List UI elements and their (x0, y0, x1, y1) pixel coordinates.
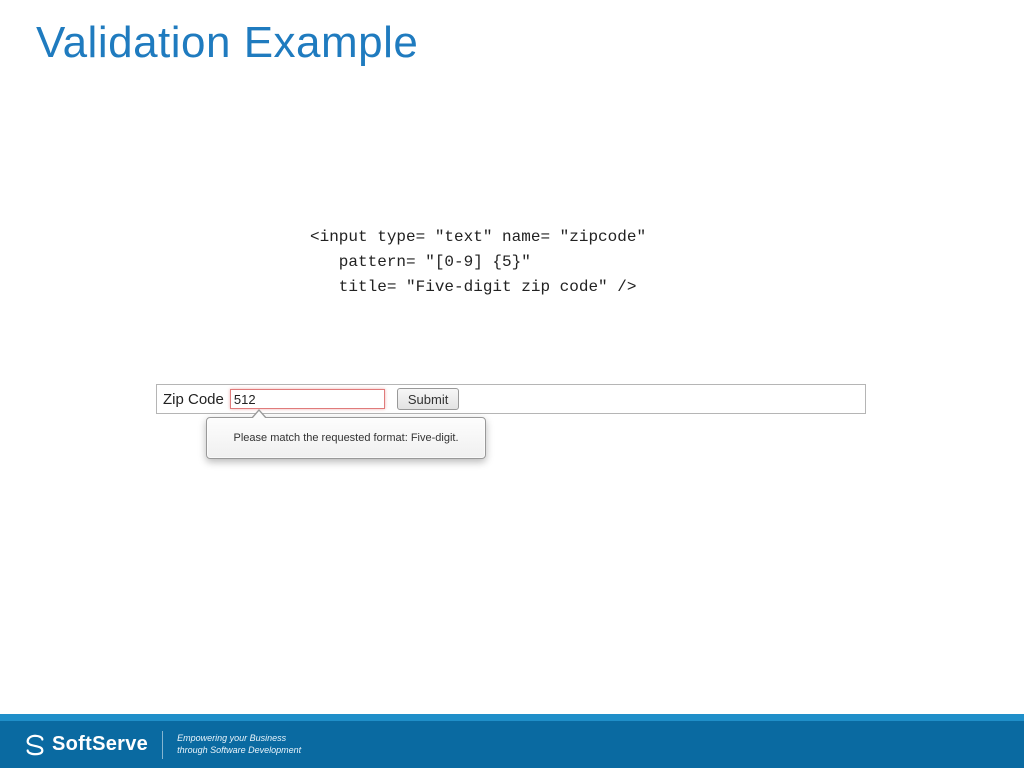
validation-tooltip-text: Please match the requested format: Five-… (234, 432, 459, 444)
footer-bar: SoftServe Empowering your Business throu… (0, 721, 1024, 768)
brand-name: SoftServe (52, 733, 148, 756)
footer-divider (162, 731, 163, 759)
validation-tooltip: Please match the requested format: Five-… (206, 417, 486, 459)
brand-tagline: Empowering your Business through Softwar… (177, 733, 301, 756)
zip-code-label: Zip Code (161, 391, 224, 408)
code-snippet: <input type= "text" name= "zipcode" patt… (310, 225, 646, 299)
brand-block: SoftServe (0, 733, 148, 756)
slide-title: Validation Example (36, 18, 418, 68)
zip-code-input[interactable] (230, 389, 385, 409)
footer-accent-stripe (0, 714, 1024, 721)
softserve-logo-icon (24, 734, 46, 756)
submit-button[interactable]: Submit (397, 388, 459, 410)
